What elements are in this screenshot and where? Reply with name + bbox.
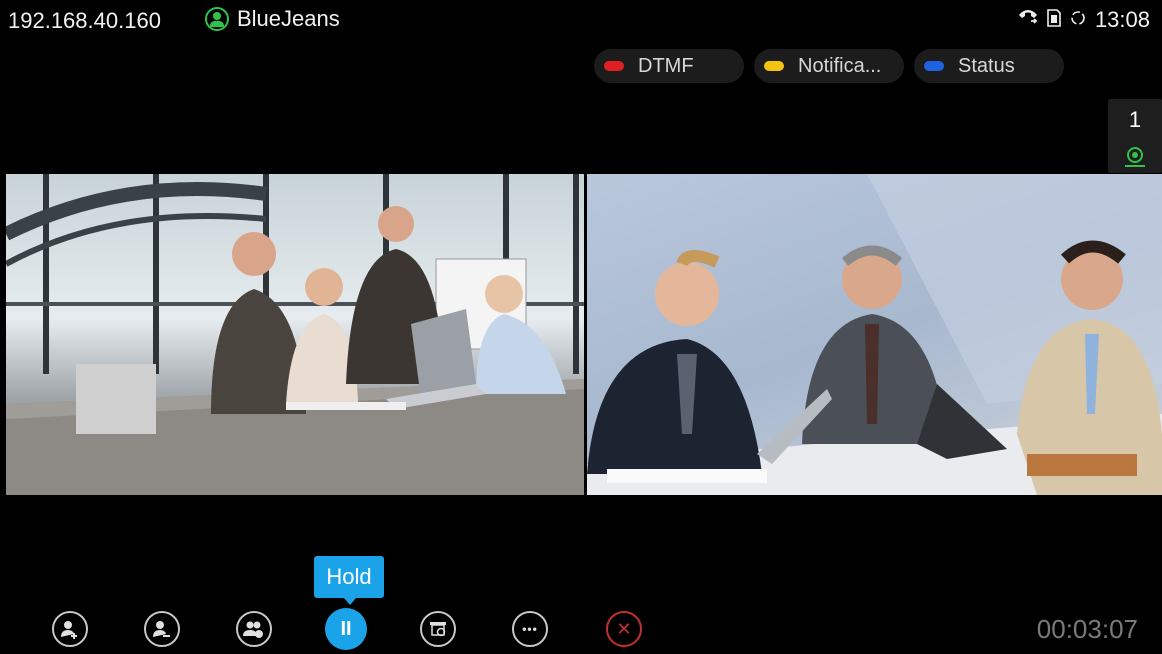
more-button[interactable]: •••: [512, 611, 548, 647]
account-icon: [205, 7, 229, 31]
remove-participant-button[interactable]: [144, 611, 180, 647]
more-icon: •••: [522, 622, 538, 636]
blue-key-indicator: [924, 61, 944, 71]
sync-icon: [1069, 9, 1087, 32]
add-participant-button[interactable]: [52, 611, 88, 647]
clock: 13:08: [1094, 7, 1150, 32]
participants-button[interactable]: [236, 611, 272, 647]
call-forward-icon: [1017, 9, 1039, 32]
status-bar: 192.168.40.160 BlueJeans 13:08: [0, 0, 1162, 38]
presentation-icon: [430, 622, 446, 637]
ip-address: 192.168.40.160: [8, 8, 161, 33]
account-status: BlueJeans: [205, 6, 340, 32]
video-pane-local[interactable]: [6, 174, 584, 495]
status-key[interactable]: Status: [914, 49, 1064, 83]
presentation-button[interactable]: [420, 611, 456, 647]
call-duration: 00:03:07: [1036, 614, 1138, 644]
hold-tooltip: Hold: [314, 556, 384, 605]
participants-icon: [243, 621, 263, 638]
function-keys: DTMF Notifica... Status: [594, 49, 1064, 83]
account-name: BlueJeans: [237, 6, 340, 31]
video-feed-right: [587, 174, 1162, 495]
call-toolbar: II ••• ✕: [0, 600, 1162, 654]
remove-participant-icon: [153, 621, 170, 637]
camera-base: [1125, 165, 1145, 167]
dtmf-label: DTMF: [638, 54, 694, 77]
end-call-icon: ✕: [616, 618, 632, 639]
red-key-indicator: [604, 61, 624, 71]
system-icons: 13:08: [1017, 7, 1150, 33]
hold-button[interactable]: II: [325, 608, 367, 650]
participant-count: 1: [1128, 107, 1142, 132]
video-pane-remote[interactable]: [587, 174, 1162, 495]
notification-label: Notifica...: [798, 54, 882, 77]
status-label: Status: [958, 54, 1015, 77]
notification-key[interactable]: Notifica...: [754, 49, 904, 83]
participant-counter[interactable]: 1: [1108, 99, 1162, 173]
dtmf-key[interactable]: DTMF: [594, 49, 744, 83]
add-participant-icon: [61, 621, 77, 639]
yellow-key-indicator: [764, 61, 784, 71]
sd-card-icon: [1047, 8, 1061, 32]
video-feed-left: [6, 174, 584, 495]
camera-icon: [1127, 147, 1143, 163]
hold-icon: II: [340, 617, 352, 640]
end-call-button[interactable]: ✕: [606, 611, 642, 647]
